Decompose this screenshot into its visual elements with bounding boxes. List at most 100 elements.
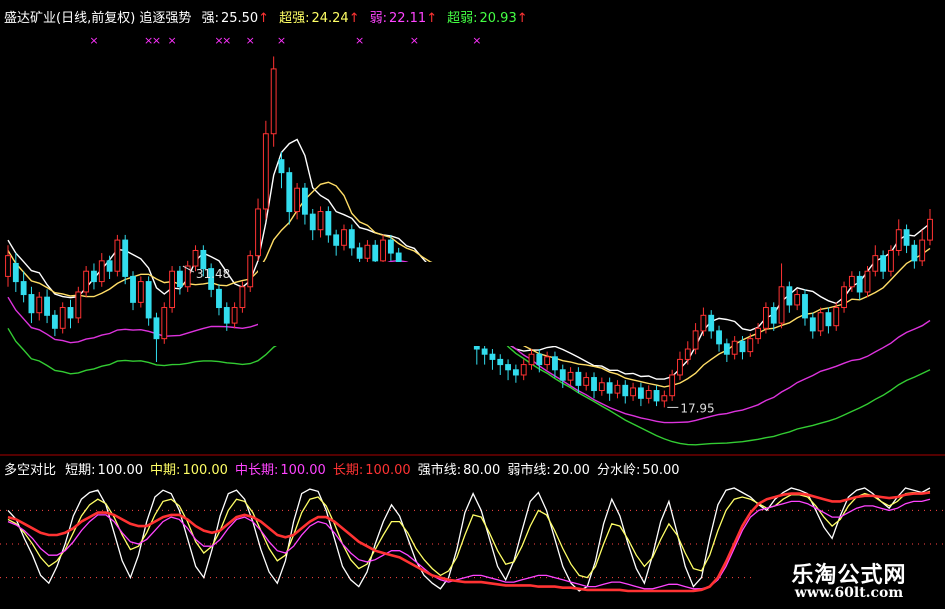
candle-body (301, 187, 308, 215)
candle-body (505, 364, 511, 371)
candle-body (75, 291, 82, 319)
indicator-item-label: 中长期: (234, 463, 279, 478)
candle-body (833, 307, 840, 327)
candle-body (591, 377, 597, 392)
candle-body (817, 312, 824, 332)
indicator-item-value: 100.00 (97, 463, 144, 478)
candle-body (270, 68, 277, 135)
occlusion-box (258, 262, 686, 346)
header-item-1: 超强: 24.24↑ (279, 11, 364, 26)
candle-body (231, 307, 238, 324)
candle-body (91, 270, 97, 283)
candle-body (536, 353, 543, 366)
up-arrow-icon: ↑ (348, 11, 360, 26)
candle-body (317, 211, 324, 231)
watermark: 乐淘公式网 www.60lt.com (753, 551, 945, 609)
indicator-item-0: 短期: 100.00 (65, 463, 145, 478)
candle-body (708, 314, 715, 332)
candle-body (778, 286, 785, 324)
chart-canvas: ×××××××××××× 31.4817.95 (0, 0, 945, 593)
indicator-item-2: 中长期: 100.00 (235, 463, 328, 478)
candle-body (130, 275, 136, 303)
candle-body (59, 307, 66, 329)
indicator-item-value: 80.00 (463, 463, 501, 478)
candle-body (489, 353, 496, 360)
indicator-item-value: 20.00 (552, 463, 590, 478)
candle-body (387, 239, 394, 254)
candle-body (255, 208, 261, 257)
candle-body (739, 340, 746, 353)
candle-body (895, 229, 902, 251)
indicator-item-value: 100.00 (182, 463, 228, 478)
header-item-label: 弱: (369, 11, 387, 26)
candle-body (114, 239, 121, 272)
signal-mark: × (246, 34, 255, 47)
candle-body (567, 371, 574, 381)
indicator-item-label: 强市线: (417, 463, 462, 478)
candle-body (44, 296, 50, 316)
header-item-0: 强: 25.50↑ (202, 11, 274, 26)
candle-body (106, 260, 113, 272)
candle-body (911, 244, 918, 262)
candle-body (200, 249, 207, 270)
candle-body (20, 281, 27, 296)
candle-body (5, 255, 11, 277)
candle-body (598, 382, 605, 392)
candle-body (286, 172, 293, 213)
indicator-title: 多空对比 (4, 463, 57, 478)
candle-body (856, 275, 863, 293)
candle-body (497, 358, 504, 366)
candle-body (700, 314, 707, 332)
candle-body (809, 317, 816, 332)
candle-body (145, 281, 152, 319)
candle-body (645, 390, 652, 399)
header-item-label: 超弱: (447, 11, 478, 26)
candle-body (825, 312, 832, 327)
signal-mark: × (222, 34, 231, 47)
candle-body (512, 369, 519, 376)
up-arrow-icon: ↑ (516, 11, 528, 26)
watermark-url: www.60lt.com (794, 585, 904, 601)
signal-mark: × (355, 34, 364, 47)
candle-body (684, 348, 691, 360)
candle-body (294, 187, 301, 213)
header-item-value: 25.50 (220, 11, 259, 26)
candle-body (552, 356, 558, 371)
indicator-item-label: 中期: (150, 463, 181, 478)
candle-body (348, 229, 355, 249)
candle-body (841, 286, 847, 309)
indicator-item-1: 中期: 100.00 (150, 463, 230, 478)
header-item-label: 强: (201, 11, 219, 26)
candle-body (762, 307, 769, 329)
candle-body (528, 353, 535, 366)
indicator-item-value: 50.00 (642, 463, 680, 478)
candle-body (723, 343, 730, 355)
candle-body (716, 330, 722, 345)
signal-mark: × (410, 34, 419, 47)
candle-body (176, 270, 183, 288)
header-item-value: 20.93 (479, 11, 517, 26)
candle-body (919, 239, 926, 262)
header-item-label: 超强: (279, 11, 310, 26)
candle-body (51, 314, 58, 329)
candle-body (325, 211, 332, 236)
header-item-value: 22.11 (388, 11, 427, 26)
candle-body (864, 270, 871, 293)
candle-body (848, 275, 855, 288)
candle-body (755, 327, 762, 340)
indicator-item-value: 100.00 (280, 463, 326, 478)
candle-body (83, 270, 90, 293)
indicator-item-4: 强市线: 80.00 (418, 463, 503, 478)
candle-body (927, 218, 933, 241)
candle-body (520, 364, 527, 376)
candle-body (372, 244, 379, 262)
candle-body (669, 374, 676, 397)
candle-body (309, 213, 316, 231)
candle-body (692, 330, 699, 350)
candle-body (28, 294, 35, 314)
indicator-item-6: 分水岭: 50.00 (597, 463, 682, 478)
price-header: 盛达矿业(日线,前复权) 追逐强势 强: 25.50↑ 超强: 24.24↑ 弱: 22.… (4, 7, 544, 27)
candle-body (606, 382, 613, 394)
signal-mark: × (152, 34, 161, 47)
candle-body (122, 239, 129, 277)
